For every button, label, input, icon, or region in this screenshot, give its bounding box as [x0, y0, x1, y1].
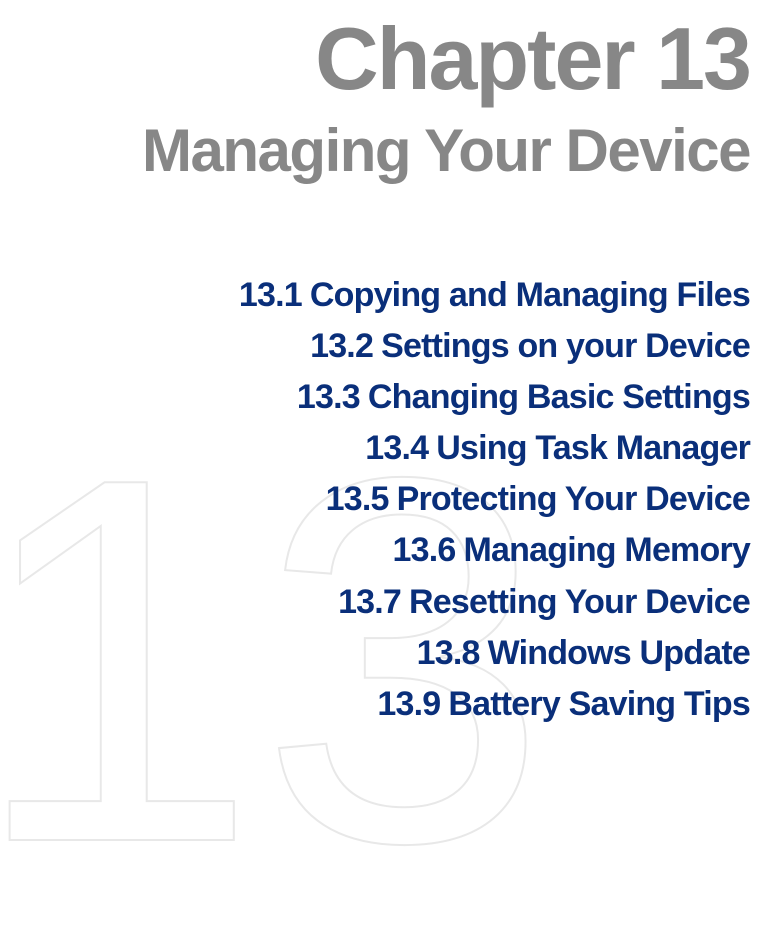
toc-number: 13.4 — [365, 429, 428, 467]
toc-number: 13.6 — [393, 531, 456, 569]
toc-entry[interactable]: 13.9Battery Saving Tips — [377, 685, 750, 724]
toc-title: Settings on your Device — [381, 327, 750, 365]
toc-title: Using Task Manager — [436, 429, 750, 467]
toc-entry[interactable]: 13.5Protecting Your Device — [326, 480, 750, 519]
toc-entry[interactable]: 13.1Copying and Managing Files — [239, 276, 750, 315]
toc-number: 13.3 — [297, 378, 360, 416]
toc-entry[interactable]: 13.6Managing Memory — [393, 531, 750, 570]
toc-entry[interactable]: 13.4Using Task Manager — [365, 429, 750, 468]
toc-entry[interactable]: 13.2Settings on your Device — [310, 327, 750, 366]
toc-number: 13.7 — [338, 583, 401, 621]
toc-number: 13.9 — [377, 685, 440, 723]
toc-title: Resetting Your Device — [409, 583, 750, 621]
toc-title: Protecting Your Device — [397, 480, 750, 518]
toc-entry[interactable]: 13.8Windows Update — [417, 634, 750, 673]
toc-title: Changing Basic Settings — [368, 378, 750, 416]
toc-number: 13.5 — [326, 480, 389, 518]
table-of-contents: 13.1Copying and Managing Files 13.2Setti… — [239, 276, 750, 724]
toc-title: Copying and Managing Files — [310, 276, 750, 314]
toc-title: Battery Saving Tips — [448, 685, 750, 723]
chapter-number: Chapter 13 — [315, 15, 750, 103]
toc-entry[interactable]: 13.3Changing Basic Settings — [297, 378, 750, 417]
chapter-title: Managing Your Device — [142, 121, 750, 181]
toc-title: Windows Update — [488, 634, 750, 672]
chapter-cover-page: Chapter 13 Managing Your Device 13.1Copy… — [0, 0, 780, 894]
toc-number: 13.1 — [239, 276, 302, 314]
toc-entry[interactable]: 13.7Resetting Your Device — [338, 583, 750, 622]
toc-number: 13.8 — [417, 634, 480, 672]
toc-number: 13.2 — [310, 327, 373, 365]
toc-title: Managing Memory — [464, 531, 750, 569]
